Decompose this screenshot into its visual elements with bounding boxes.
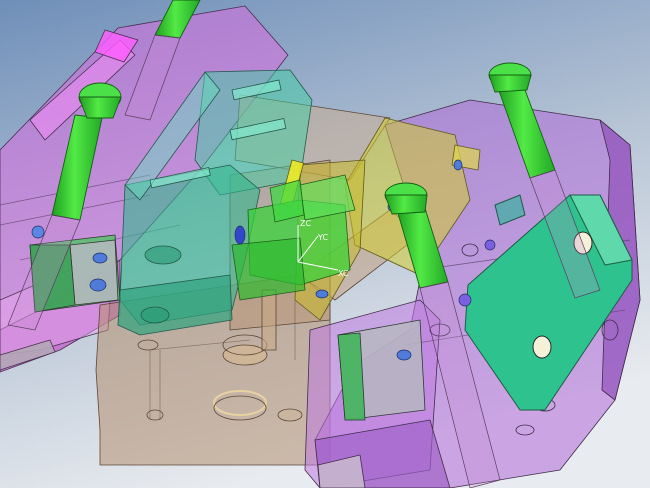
axis-label-zc: ZC [300, 219, 311, 228]
cad-viewport[interactable]: ZC YC XC [0, 0, 650, 488]
axis-label-yc: YC [317, 233, 328, 242]
mold-assembly-scene[interactable]: ZC YC XC [0, 0, 650, 488]
right-side-block[interactable] [337, 319, 426, 421]
axis-label-xc: XC [338, 269, 349, 278]
